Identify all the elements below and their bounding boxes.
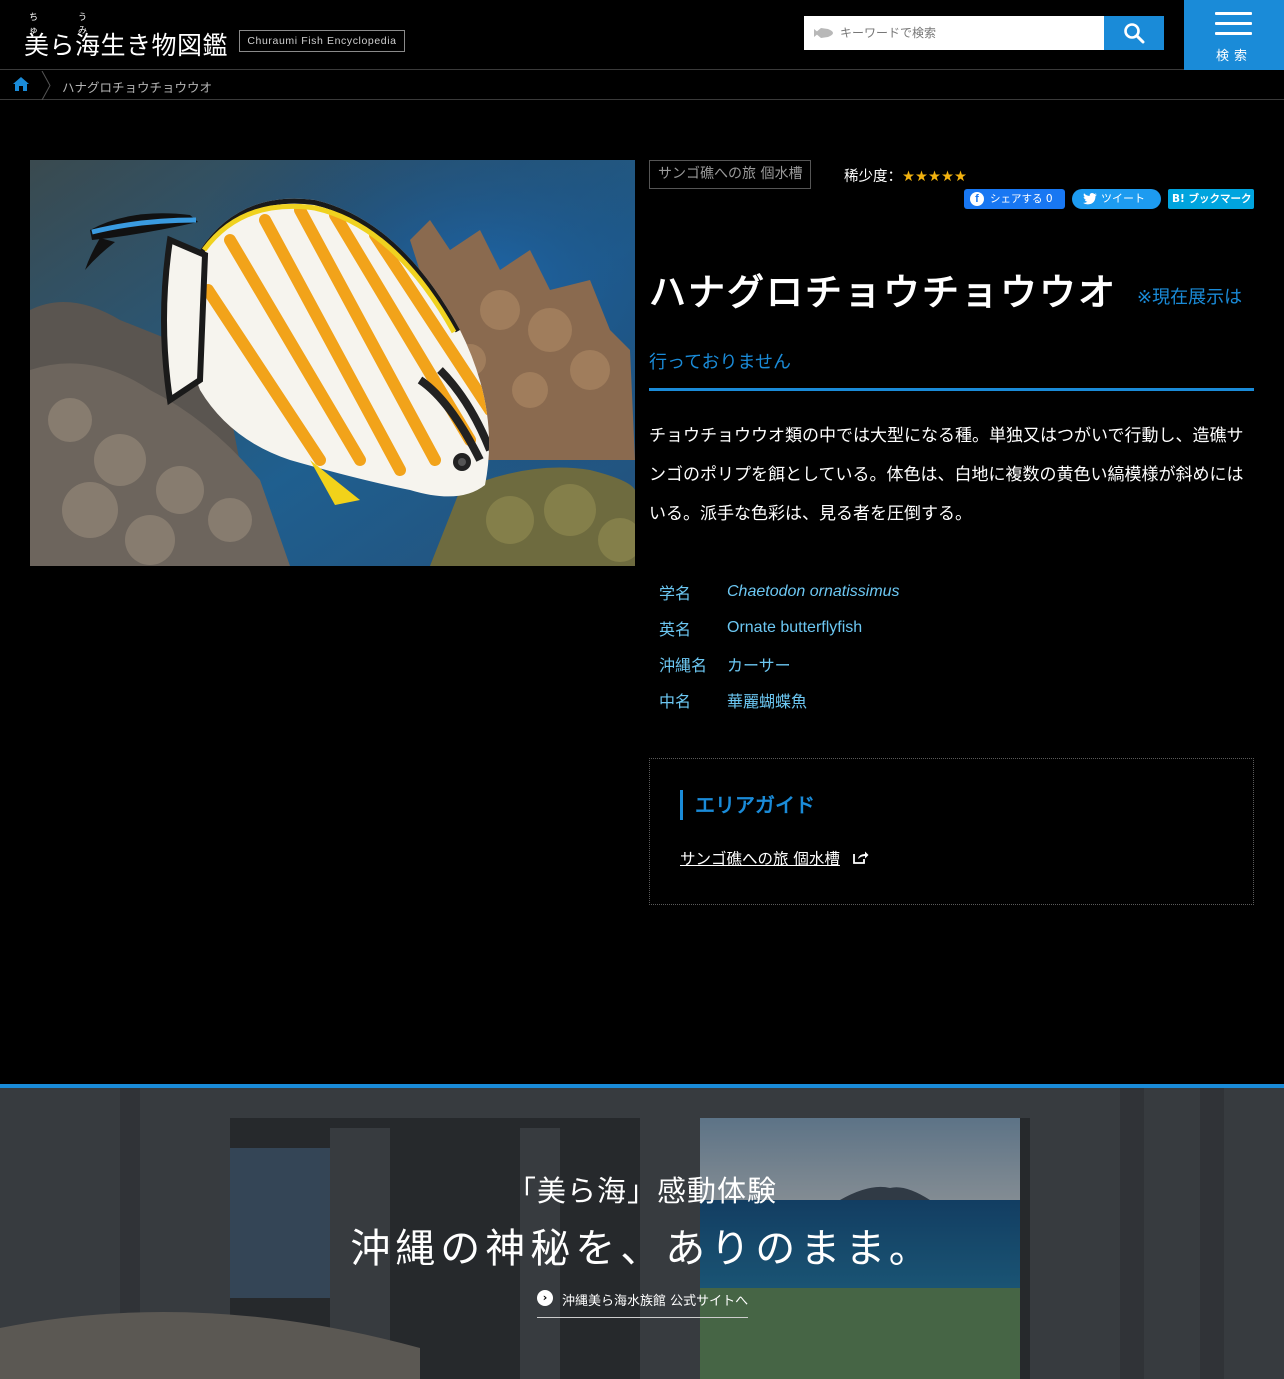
rarity: 稀少度：★★★★★ [844,165,967,186]
breadcrumb: ハナグロチョウチョウウオ [0,71,1284,100]
official-site-link-label: 沖縄美ら海水族館 公式サイトへ [562,1294,749,1309]
facebook-icon: f [970,192,984,206]
title-divider [649,388,1254,391]
hatena-bookmark-label: B! ブックマーク [1172,193,1252,205]
home-icon [13,77,29,91]
twitter-share-button[interactable]: ツイート [1072,189,1161,209]
breadcrumb-current: ハナグロチョウチョウウオ [62,80,213,95]
name-row-scientific: 学名 Chaetodon ornatissimus [659,574,900,610]
search-icon [1124,23,1145,44]
menu-button[interactable]: 検索 [1184,0,1284,70]
external-link-icon[interactable] [853,850,869,864]
twitter-icon [1083,193,1097,205]
name-row-okinawan: 沖縄名 カーサー [659,646,900,682]
name-key: 学名 [659,584,692,603]
area-tag: サンゴ礁への旅 個水槽 [649,160,812,189]
facebook-share-button[interactable]: f シェアする 0 [964,189,1065,209]
name-value: 華麗蝴蝶魚 [727,694,808,711]
name-row-chinese: 中名 華麗蝴蝶魚 [659,682,900,718]
search-button[interactable] [1104,16,1164,50]
search-input[interactable] [840,16,1100,50]
fish-icon [814,28,833,38]
area-guide-link[interactable]: サンゴ礁への旅 個水槽 [680,847,840,869]
site-badge: Churaumi Fish Encyclopedia [239,30,405,52]
name-key: 沖縄名 [659,656,708,675]
name-key: 英名 [659,620,692,639]
name-value: Chaetodon ornatissimus [727,583,900,600]
facebook-share-label: シェアする 0 [990,193,1053,205]
search-box [804,16,1104,50]
site-header: ちゅ うみ 美ら海生き物図鑑 Churaumi Fish Encyclopedi… [0,0,1284,70]
area-guide: エリアガイド サンゴ礁への旅 個水槽 [649,758,1254,905]
area-guide-heading: エリアガイド [680,790,815,820]
breadcrumb-separator [41,71,51,100]
fish-photo [30,160,635,566]
exhibit-notice-line1: ※現在展示は [1137,287,1243,308]
name-key: 中名 [659,692,692,711]
fish-title: ハナグロチョウチョウウオ [649,271,1117,314]
banner-title: 沖縄の神秘を、ありのまま。 [350,1226,934,1272]
rarity-label: 稀少度： [844,169,902,185]
banner-subtitle: 「美ら海」感動体験 [506,1174,777,1208]
site-title: 美ら海生き物図鑑 [24,31,229,60]
footer-banner: 「美ら海」感動体験 沖縄の神秘を、ありのまま。 › 沖縄美ら海水族館 公式サイト… [0,1084,1284,1379]
rarity-stars: ★★★★★ [902,169,967,185]
menu-icon [1215,12,1252,42]
name-row-english: 英名 Ornate butterflyfish [659,610,900,646]
official-site-link[interactable]: › 沖縄美ら海水族館 公式サイトへ [537,1288,748,1318]
arrow-right-icon: › [537,1290,553,1306]
exhibit-notice-line2: 行っておりません [649,352,792,373]
fish-description: チョウチョウウオ類の中では大型になる種。単独又はつがいで行動し、造礁サンゴのポリ… [649,426,1244,524]
name-value: Ornate butterflyfish [727,619,863,636]
menu-label: 検索 [1215,49,1252,64]
name-value: カーサー [727,658,791,675]
hatena-bookmark-button[interactable]: B! ブックマーク [1168,189,1254,209]
twitter-share-label: ツイート [1101,192,1145,205]
names-table: 学名 Chaetodon ornatissimus 英名 Ornate butt… [659,574,900,718]
breadcrumb-home[interactable] [12,76,30,96]
